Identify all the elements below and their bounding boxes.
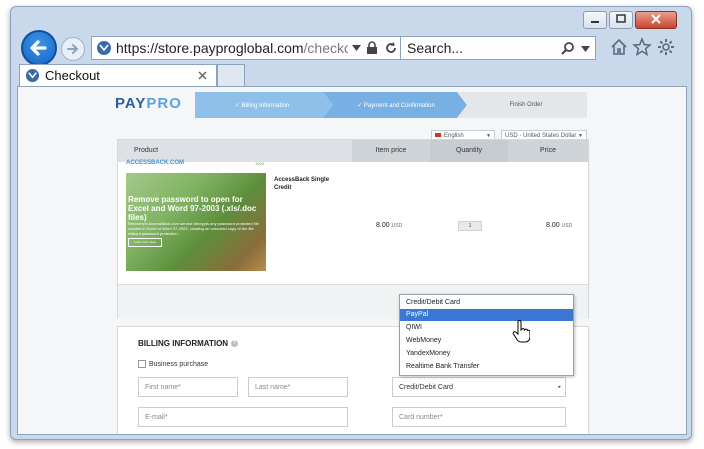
search-dropdown-icon[interactable] [581,46,590,52]
address-bar[interactable]: https://store.payproglobal.com/checkout? [91,36,403,60]
product-headline: Remove password to open for Excel and Wo… [128,195,257,222]
flag-icon [435,133,441,138]
col-product: Product [134,147,159,154]
option-credit-card[interactable]: Credit/Debit Card [400,297,573,309]
minimize-button[interactable] [583,11,607,29]
first-name-field[interactable]: First name* [138,377,238,397]
billing-title: BILLING INFORMATION? [138,339,239,348]
business-purchase-label: Business purchase [149,360,209,368]
quantity-value[interactable]: 1 [458,221,482,231]
product-badge: 1000 [255,161,264,166]
step-payment: ✓ Payment and Confirmation [357,102,435,109]
col-price: Price [508,140,588,162]
card-number-field[interactable]: Card number* [392,407,566,427]
arrow-left-icon [30,40,47,56]
forward-button[interactable] [61,37,85,61]
new-tab-button[interactable] [217,64,245,86]
arrow-right-icon [67,44,79,54]
browser-window: https://store.payproglobal.com/checkout?… [10,6,692,440]
help-icon[interactable]: ? [231,340,239,348]
checkout-progress: ✓ Billing Information ✓ Payment and Conf… [195,92,587,118]
site-favicon-icon [97,41,111,55]
dropdown-arrow-icon[interactable] [352,45,361,51]
learn-more-button[interactable]: Learn more Here [128,238,162,247]
table-header: Product Item price Quantity Price [118,140,588,162]
product-description: Recovery's AccessBack.com service decryp… [128,221,259,236]
maximize-icon [616,14,626,23]
close-icon [651,14,661,24]
settings-gear-icon[interactable] [656,37,676,57]
product-name: AccessBack Single Credit [274,177,330,191]
step-billing: ✓ Billing Information [234,102,290,109]
back-button[interactable] [21,30,57,66]
payment-method-value: Credit/Debit Card [399,384,454,391]
option-webmoney[interactable]: WebMoney [400,335,573,347]
option-bank-transfer[interactable]: Realtime Bank Transfer [400,361,573,373]
search-box[interactable]: Search... [400,36,596,60]
close-button[interactable] [635,11,677,29]
step-finish: Finish Order [509,102,543,108]
option-qiwi[interactable]: QIWI [400,322,573,334]
search-icon[interactable] [561,41,575,55]
col-quantity: Quantity [430,140,508,162]
line-price: 8.00 USD [546,222,573,229]
tab-close-icon[interactable] [198,71,207,80]
lock-icon[interactable] [366,41,378,55]
col-item-price: Item price [352,140,430,162]
refresh-icon[interactable] [384,41,398,55]
favorites-star-icon[interactable] [632,37,652,57]
option-yandexmoney[interactable]: YandexMoney [400,348,573,360]
maximize-button[interactable] [609,11,633,29]
last-name-field[interactable]: Last name* [248,377,348,397]
checkbox-icon[interactable] [138,360,146,368]
payment-method-select[interactable]: Credit/Debit Card ▸ [392,377,566,397]
tab-checkout[interactable]: Checkout [19,64,217,86]
product-brand: ACCESSBACK.COM [126,160,185,166]
hand-cursor-icon [512,320,530,343]
url-text: https://store.payproglobal.com/checkout? [116,40,348,56]
paypro-logo: PAYPRO [115,95,182,112]
tab-title: Checkout [45,68,100,83]
page-viewport: PAYPRO ✓ Billing Information ✓ Payment a… [17,86,687,435]
option-paypal[interactable]: PayPal [400,309,573,321]
business-purchase-checkbox[interactable]: Business purchase [138,360,208,368]
email-field[interactable]: E-mail* [138,407,348,427]
payment-method-dropdown[interactable]: Credit/Debit Card PayPal QIWI WebMoney Y… [399,294,574,376]
product-image: ACCESSBACK.COM 1000 Remove password to o… [126,160,266,271]
item-price: 8.00 USD [376,222,403,229]
order-summary: Product Item price Quantity Price ACCESS… [117,139,589,319]
minimize-icon [591,21,599,23]
home-icon[interactable] [609,37,629,57]
search-placeholder: Search... [407,40,464,56]
chevron-down-icon: ▸ [558,384,561,390]
tab-favicon-icon [25,68,40,83]
